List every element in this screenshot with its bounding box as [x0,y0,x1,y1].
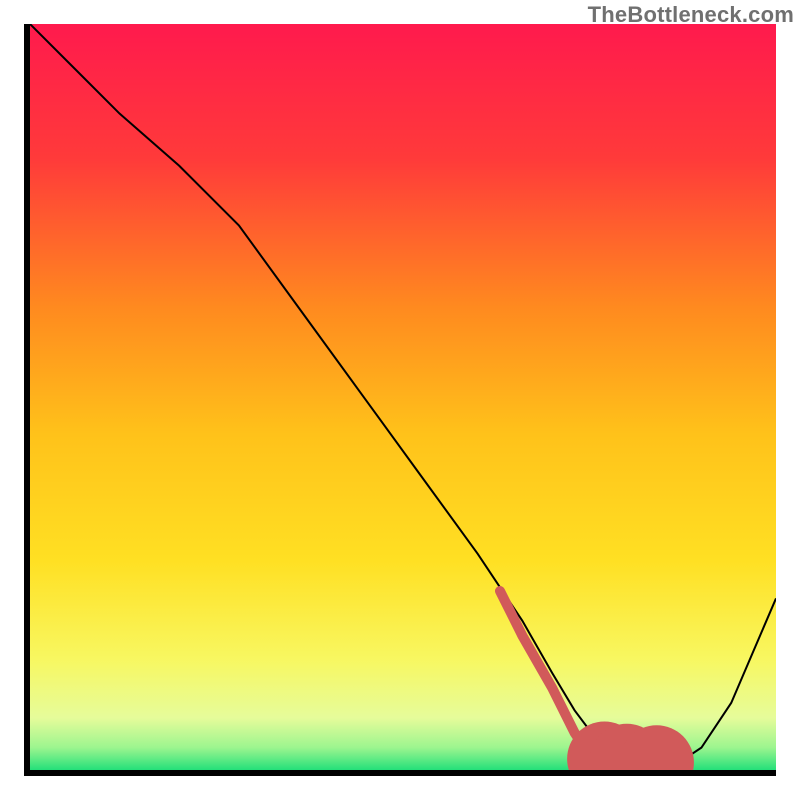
plot-svg [30,24,776,770]
plot-area [30,24,776,770]
chart-frame: TheBottleneck.com [0,0,800,800]
heatmap-background [30,24,776,770]
